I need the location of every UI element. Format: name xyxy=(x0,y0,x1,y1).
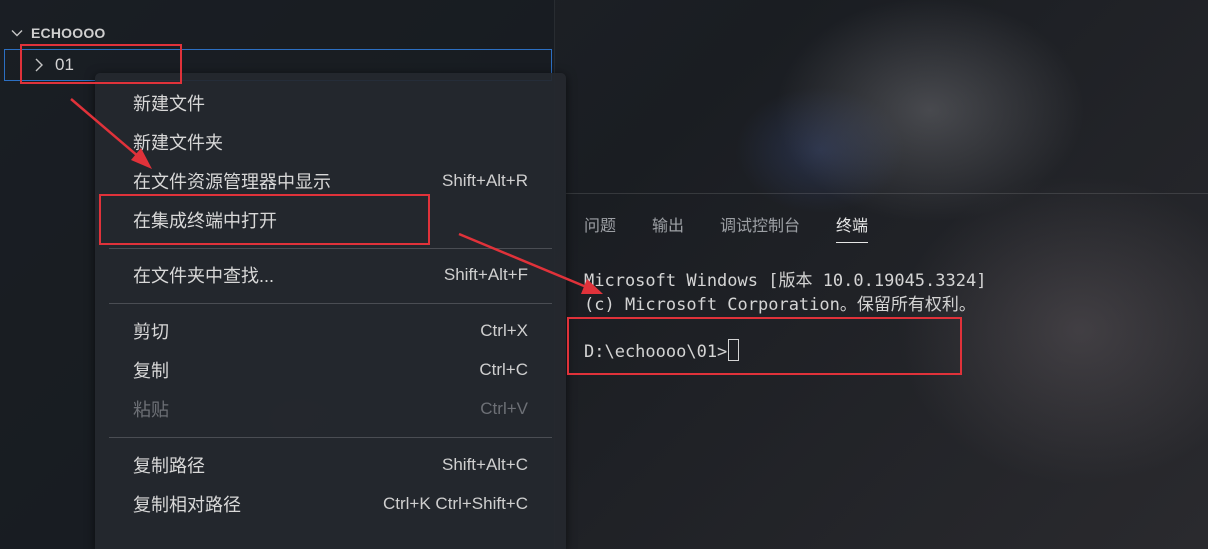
folder-name: 01 xyxy=(55,55,74,74)
workspace-header[interactable]: ECHOOOO xyxy=(10,24,106,42)
terminal-line-copyright: (c) Microsoft Corporation。保留所有权利。 xyxy=(584,295,976,315)
menu-item-shortcut: Ctrl+K Ctrl+Shift+C xyxy=(382,494,528,513)
chevron-right-icon xyxy=(33,57,45,73)
tab-debug-console[interactable]: 调试控制台 xyxy=(720,212,800,243)
menu-item-shortcut: Ctrl+C xyxy=(479,360,528,379)
menu-item-shortcut: Ctrl+V xyxy=(480,399,528,418)
menu-item-label: 新建文件夹 xyxy=(133,133,223,153)
menu-separator xyxy=(109,303,552,304)
menu-item-shortcut: Shift+Alt+F xyxy=(443,265,528,284)
menu-item-label: 新建文件 xyxy=(133,94,205,114)
menu-item-label: 复制相对路径 xyxy=(133,495,241,515)
menu-item-label: 在集成终端中打开 xyxy=(133,211,277,231)
menu-item-copy-path[interactable]: 复制路径 Shift+Alt+C xyxy=(95,447,566,483)
menu-item-shortcut: Ctrl+X xyxy=(480,321,528,340)
menu-item-paste: 粘贴 Ctrl+V xyxy=(95,391,566,427)
menu-item-cut[interactable]: 剪切 Ctrl+X xyxy=(95,313,566,349)
terminal-cursor xyxy=(728,339,740,361)
panel-tab-bar: 问题 输出 调试控制台 终端 xyxy=(584,212,869,243)
menu-item-label: 粘贴 xyxy=(133,400,169,420)
menu-item-label: 复制路径 xyxy=(133,456,205,476)
menu-item-copy-relative-path[interactable]: 复制相对路径 Ctrl+K Ctrl+Shift+C xyxy=(95,486,566,522)
context-menu: 新建文件 新建文件夹 在文件资源管理器中显示 Shift+Alt+R 在集成终端… xyxy=(95,73,566,549)
menu-item-find-in-folder[interactable]: 在文件夹中查找... Shift+Alt+F xyxy=(95,257,566,293)
chevron-down-icon xyxy=(10,26,24,40)
menu-item-shortcut: Shift+Alt+R xyxy=(442,171,528,190)
menu-separator xyxy=(109,248,552,249)
menu-item-reveal-in-explorer[interactable]: 在文件资源管理器中显示 Shift+Alt+R xyxy=(95,163,566,199)
menu-item-label: 复制 xyxy=(133,361,169,381)
menu-item-shortcut: Shift+Alt+C xyxy=(442,455,528,474)
menu-item-label: 在文件夹中查找... xyxy=(133,266,275,286)
terminal-prompt-line[interactable]: D:\echoooo\01> xyxy=(584,339,740,362)
menu-item-new-folder[interactable]: 新建文件夹 xyxy=(95,124,566,160)
menu-item-copy[interactable]: 复制 Ctrl+C xyxy=(95,352,566,388)
panel-top-border xyxy=(566,193,1208,194)
menu-item-new-file[interactable]: 新建文件 xyxy=(95,85,566,121)
menu-item-label: 剪切 xyxy=(133,322,169,342)
terminal-prompt: D:\echoooo\01> xyxy=(584,342,728,362)
tab-terminal[interactable]: 终端 xyxy=(836,212,869,243)
menu-item-label: 在文件资源管理器中显示 xyxy=(133,172,331,192)
menu-item-open-in-terminal[interactable]: 在集成终端中打开 xyxy=(95,202,566,238)
workspace-title: ECHOOOO xyxy=(31,25,106,41)
menu-separator xyxy=(109,437,552,438)
tab-problems[interactable]: 问题 xyxy=(584,212,616,243)
terminal-line-version: Microsoft Windows [版本 10.0.19045.3324] xyxy=(584,271,987,291)
tab-output[interactable]: 输出 xyxy=(652,212,684,243)
